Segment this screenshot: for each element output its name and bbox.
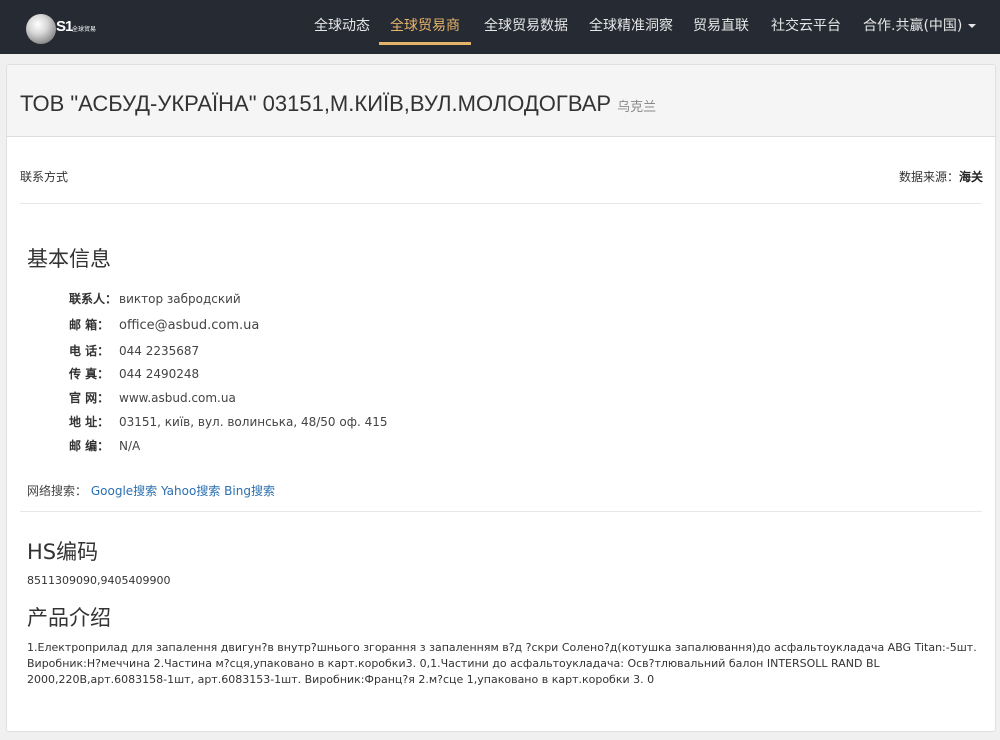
nav-item-label: 社交云平台 [771, 18, 841, 34]
info-label: 官 网： [69, 391, 110, 405]
nav-item-social-cloud[interactable]: 社交云平台 [771, 0, 841, 54]
nav-item-trade-direct[interactable]: 贸易直联 [693, 0, 749, 54]
info-label: 地 址： [69, 415, 110, 429]
info-value: 044 2235687 [119, 344, 200, 358]
info-label: 传 真： [69, 367, 110, 381]
data-source: 数据来源：海关 [899, 168, 983, 185]
basic-info-heading: 基本信息 [27, 247, 111, 271]
hs-code-heading: HS编码 [27, 540, 99, 564]
nav-item-global-traders[interactable]: 全球贸易商 [379, 0, 471, 54]
nav-item-label: 全球精准洞察 [589, 18, 673, 34]
info-value: office@asbud.com.ua [119, 318, 260, 333]
info-row-contact-person: 联系人： виктор забродский [69, 290, 241, 307]
info-value: виктор забродский [119, 292, 241, 306]
info-label: 联系人： [69, 292, 118, 306]
info-row-website: 官 网： www.asbud.com.ua [69, 389, 236, 406]
product-description: 1.Електроприлад для запалення двигун?в в… [27, 641, 977, 686]
logo-text: S1 [56, 18, 73, 35]
nav-item-label: 全球贸易数据 [484, 18, 568, 34]
site-logo[interactable]: S1 全球贸易 [26, 12, 106, 44]
company-country: 乌克兰 [617, 99, 657, 114]
top-navbar: S1 全球贸易 全球动态 全球贸易商 全球贸易数据 全球精准洞察 贸易直联 社交… [0, 0, 1000, 54]
info-row-phone: 电 话： 044 2235687 [69, 342, 199, 359]
nav-item-label: 贸易直联 [693, 18, 749, 34]
info-value: www.asbud.com.ua [119, 391, 236, 405]
google-search-link[interactable]: Google搜索 [91, 484, 157, 498]
nav-item-global-news[interactable]: 全球动态 [314, 0, 370, 54]
company-title-bar: ТОВ "АСБУД-УКРАЇНА" 03151,М.КИЇВ,ВУЛ.МОЛ… [7, 65, 995, 137]
yahoo-search-link[interactable]: Yahoo搜索 [161, 484, 220, 498]
logo-subtext: 全球贸易 [72, 26, 97, 33]
divider [20, 511, 982, 512]
nav-item-label: 全球贸易商 [390, 18, 460, 34]
info-row-fax: 传 真： 044 2490248 [69, 365, 199, 382]
info-row-email: 邮 箱： office@asbud.com.ua [69, 316, 259, 333]
data-source-value: 海关 [958, 170, 983, 184]
nav-item-global-trade-data[interactable]: 全球贸易数据 [484, 0, 568, 54]
info-row-address: 地 址： 03151, київ, вул. волинська, 48/50 о… [69, 413, 388, 430]
contact-section-label: 联系方式 [20, 170, 69, 184]
data-source-label: 数据来源： [898, 170, 959, 184]
info-label: 邮 箱： [69, 318, 110, 332]
company-card: ТОВ "АСБУД-УКРАЇНА" 03151,М.КИЇВ,ВУЛ.МОЛ… [6, 64, 996, 732]
nav-item-label: 合作.共赢(中国) [863, 18, 963, 34]
info-label: 邮 编： [69, 439, 110, 453]
chevron-down-icon [968, 24, 977, 28]
divider [20, 203, 982, 204]
active-tab-indicator [379, 42, 471, 45]
hs-code-value: 8511309090,9405409900 [27, 574, 171, 587]
web-search-label: 网络搜索： [27, 484, 88, 498]
nav-item-cooperation-dropdown[interactable]: 合作.共赢(中国) [863, 0, 977, 54]
company-title: ТОВ "АСБУД-УКРАЇНА" 03151,М.КИЇВ,ВУЛ.МОЛ… [20, 91, 656, 117]
web-search: 网络搜索： Google搜索 Yahoo搜索 Bing搜索 [27, 482, 275, 499]
globe-icon [26, 14, 56, 44]
info-row-postcode: 邮 编： N/A [69, 437, 140, 454]
nav-item-label: 全球动态 [314, 18, 370, 34]
info-value: 044 2490248 [119, 367, 200, 381]
bing-search-link[interactable]: Bing搜索 [224, 484, 275, 498]
company-name: ТОВ "АСБУД-УКРАЇНА" 03151,М.КИЇВ,ВУЛ.МОЛ… [20, 91, 612, 116]
info-value: N/A [119, 439, 141, 453]
info-label: 电 话： [69, 344, 110, 358]
nav-item-global-insight[interactable]: 全球精准洞察 [589, 0, 673, 54]
info-value: 03151, київ, вул. волинська, 48/50 оф. 4… [119, 415, 388, 429]
product-intro-heading: 产品介绍 [27, 606, 111, 630]
